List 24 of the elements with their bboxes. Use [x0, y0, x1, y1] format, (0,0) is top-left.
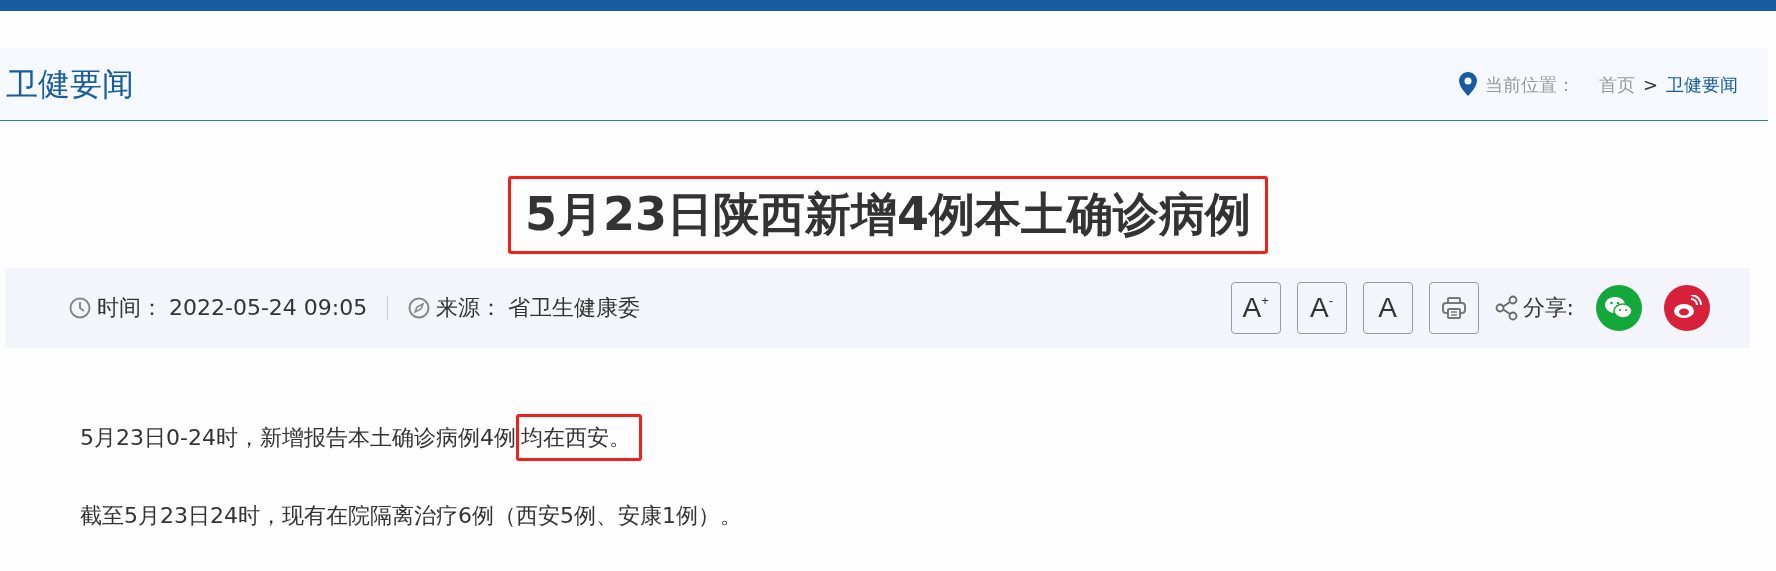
- article-title: 5月23日陕西新增4例本土确诊病例: [508, 176, 1268, 254]
- chat-bubbles-icon[interactable]: [1596, 284, 1642, 331]
- font-smaller-button[interactable]: A$^{-}$: [1296, 281, 1347, 334]
- paragraph-text: 5月23日0-24时，新增报告本土确诊病例4例: [80, 423, 516, 452]
- source-name: 省卫生健康委: [508, 294, 641, 323]
- location-pin-icon: [1458, 72, 1477, 96]
- section-title: 卫健要闻: [6, 64, 134, 105]
- source-label: 来源：: [436, 294, 503, 323]
- eye-logo-icon[interactable]: [1664, 284, 1710, 331]
- highlighted-text: 均在西安。: [515, 413, 642, 461]
- share-icon[interactable]: [1494, 294, 1519, 321]
- paragraph-text: 截至5月23日24时，现有在院隔离治疗6例（西安5例、安康1例）。: [80, 501, 742, 530]
- clock-icon: [69, 296, 91, 319]
- printer-icon: [1441, 296, 1466, 319]
- breadcrumb-separator: >: [1642, 72, 1658, 97]
- share-label: 分享:: [1522, 294, 1574, 323]
- print-button[interactable]: [1428, 281, 1479, 334]
- publish-time: 2022-05-24 09:05: [169, 294, 368, 323]
- font-reset-button[interactable]: A: [1362, 281, 1413, 334]
- time-label: 时间：: [97, 294, 163, 323]
- font-larger-button[interactable]: A$^{+}$: [1230, 281, 1281, 334]
- breadcrumb-link[interactable]: 卫健要闻: [1666, 70, 1738, 98]
- compass-icon: [408, 296, 431, 319]
- breadcrumb-label: 当前位置：: [1484, 72, 1575, 97]
